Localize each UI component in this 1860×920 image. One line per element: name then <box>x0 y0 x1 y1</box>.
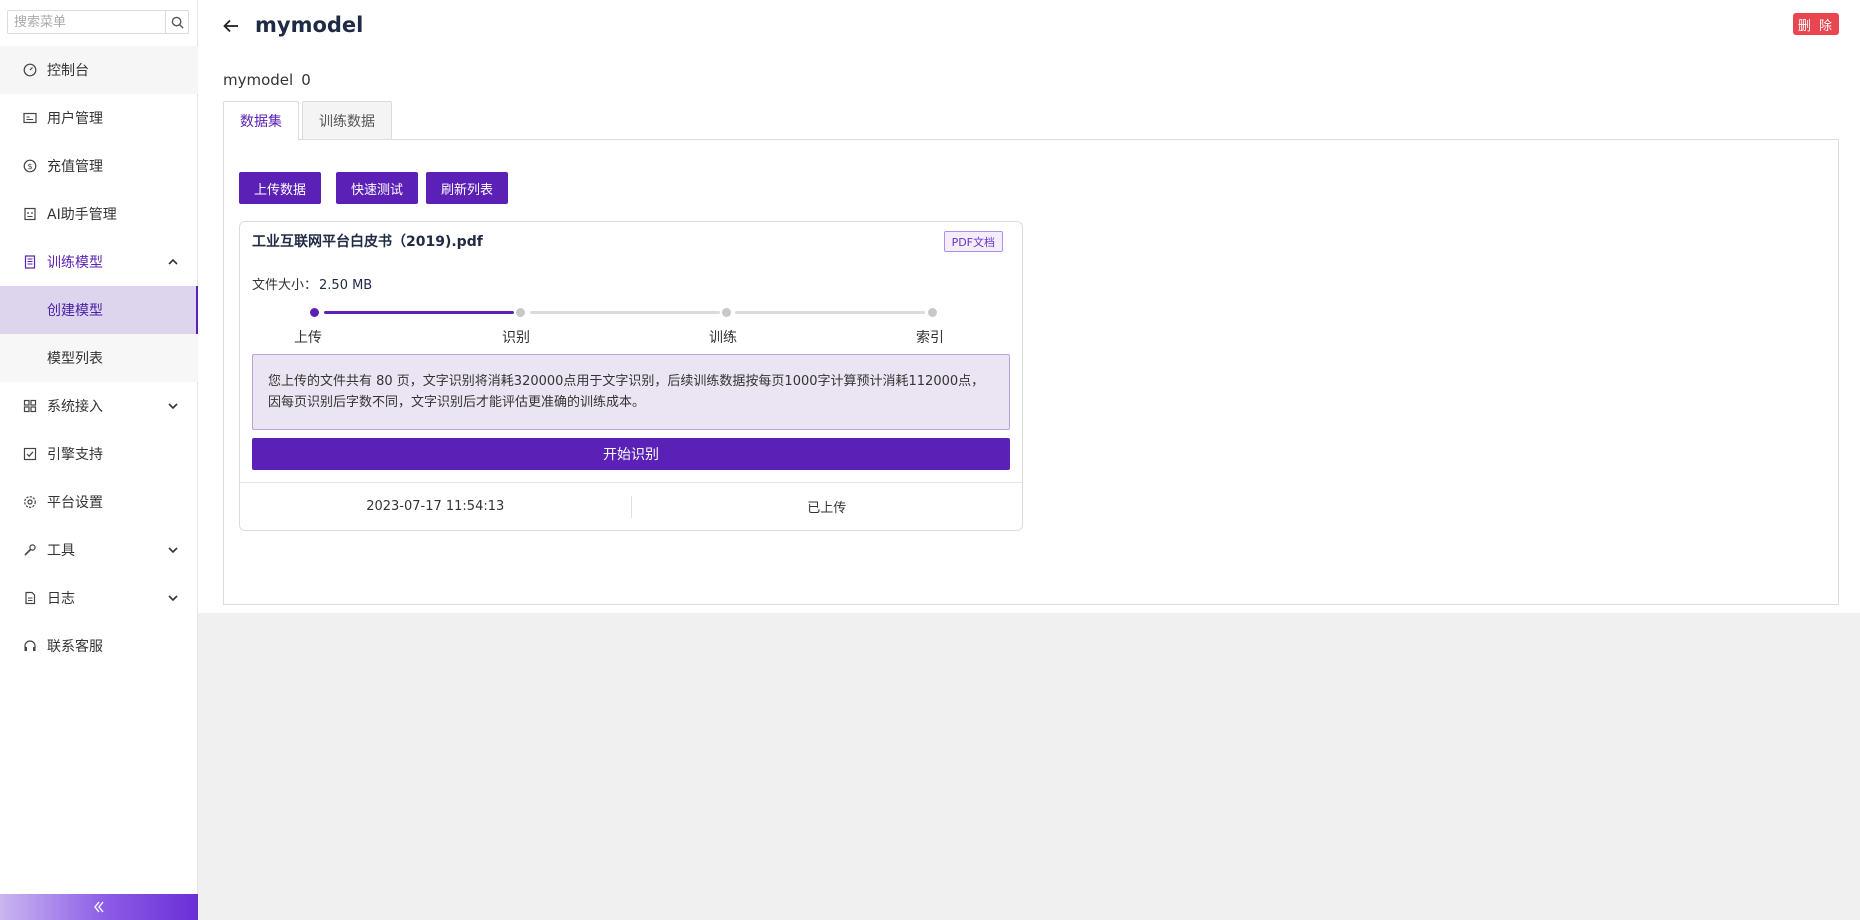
sidebar-item-system-access[interactable]: 系统接入 <box>0 382 198 430</box>
progress-steps: 上传 识别 训练 索引 <box>294 308 950 348</box>
sidebar-subitem-model-list[interactable]: 模型列表 <box>0 334 198 382</box>
book-icon <box>22 254 38 270</box>
tab-panel: 上传数据 快速测试 刷新列表 工业互联网平台白皮书（2019).pdf PDF文… <box>223 139 1839 605</box>
delete-button[interactable]: 删 除 <box>1793 13 1839 35</box>
file-size-value: 2.50 MB <box>319 278 373 293</box>
step-label-upload: 上传 <box>294 330 322 346</box>
sidebar-item-label: 引擎支持 <box>47 447 103 463</box>
tab-dataset[interactable]: 数据集 <box>223 101 299 140</box>
menu-search-input[interactable] <box>7 10 165 34</box>
chevron-down-icon <box>168 403 178 410</box>
sidebar-item-label: 工具 <box>47 543 75 559</box>
main-content: mymodel 删 除 mymodel 0 数据集 训练数据 上传数据 快速测试 … <box>198 0 1860 613</box>
model-name: mymodel <box>223 71 294 89</box>
sidebar-item-label: 训练模型 <box>47 255 103 271</box>
quick-test-button[interactable]: 快速测试 <box>336 172 419 204</box>
upload-timestamp: 2023-07-17 11:54:13 <box>366 499 505 514</box>
svg-text:$: $ <box>27 162 32 171</box>
step-connector <box>324 311 514 314</box>
sidebar-item-ai-assistant[interactable]: AI助手管理 <box>0 190 198 238</box>
step-dot <box>722 308 731 317</box>
sidebar-item-train-model[interactable]: 训练模型 <box>0 238 198 286</box>
page-title: mymodel <box>255 13 364 37</box>
step-dot <box>516 308 525 317</box>
step-connector <box>530 311 720 314</box>
file-title: 工业互联网平台白皮书（2019).pdf <box>252 234 483 250</box>
start-recognition-button[interactable]: 开始识别 <box>252 438 1010 470</box>
step-label-index: 索引 <box>916 330 944 346</box>
tab-bar: 数据集 训练数据 <box>223 101 395 140</box>
menu-search <box>7 10 189 34</box>
sidebar-item-label: 联系客服 <box>47 639 103 655</box>
refresh-list-button[interactable]: 刷新列表 <box>426 172 509 204</box>
gear-icon <box>22 494 38 510</box>
dollar-icon: $ <box>22 158 38 174</box>
step-dot <box>310 308 319 317</box>
sidebar-menu: 控制台 用户管理 $ 充值管理 AI助手管理 训练模型 创建模型 模型列表 系统… <box>0 46 198 670</box>
upload-status: 已上传 <box>807 501 847 516</box>
sidebar-item-label: 平台设置 <box>47 495 103 511</box>
back-arrow-icon[interactable] <box>222 17 240 35</box>
tab-training-data[interactable]: 训练数据 <box>302 101 392 139</box>
sidebar-item-recharge[interactable]: $ 充值管理 <box>0 142 198 190</box>
file-size: 文件大小： 2.50 MB <box>252 274 372 293</box>
upload-data-button[interactable]: 上传数据 <box>239 172 322 204</box>
step-connector <box>735 311 925 314</box>
sidebar-item-label: 系统接入 <box>47 399 103 415</box>
file-card: 工业互联网平台白皮书（2019).pdf PDF文档 文件大小： 2.50 MB … <box>239 221 1023 531</box>
train-model-submenu: 创建模型 模型列表 <box>0 286 198 382</box>
headset-icon <box>22 638 38 654</box>
file-size-label: 文件大小： <box>252 278 318 293</box>
sidebar-item-contact-support[interactable]: 联系客服 <box>0 622 198 670</box>
step-dot <box>928 308 937 317</box>
search-button[interactable] <box>165 10 189 34</box>
model-info: mymodel 0 <box>223 71 311 89</box>
model-count: 0 <box>301 71 311 89</box>
sidebar-item-logs[interactable]: 日志 <box>0 574 198 622</box>
toolbar: 上传数据 快速测试 刷新列表 <box>239 172 523 204</box>
cost-notice: 您上传的文件共有 80 页，文字识别将消耗320000点用于文字识别，后续训练数… <box>252 354 1010 430</box>
sidebar-item-platform-settings[interactable]: 平台设置 <box>0 478 198 526</box>
sidebar-item-engine-support[interactable]: 引擎支持 <box>0 430 198 478</box>
dashboard-icon <box>22 62 38 78</box>
chevron-down-icon <box>168 595 178 602</box>
sidebar-item-label: 用户管理 <box>47 111 103 127</box>
card-footer: 2023-07-17 11:54:13 已上传 <box>240 482 1022 530</box>
sidebar-item-tools[interactable]: 工具 <box>0 526 198 574</box>
grid-icon <box>22 398 38 414</box>
sidebar-item-label: 控制台 <box>47 63 89 79</box>
search-icon <box>171 16 184 29</box>
sidebar-item-label: 日志 <box>47 591 75 607</box>
wrench-icon <box>22 542 38 558</box>
step-label-recognize: 识别 <box>502 330 530 346</box>
sidebar: 控制台 用户管理 $ 充值管理 AI助手管理 训练模型 创建模型 模型列表 系统… <box>0 0 198 920</box>
sidebar-item-users[interactable]: 用户管理 <box>0 94 198 142</box>
sidebar-item-label: 充值管理 <box>47 159 103 175</box>
chevron-down-icon <box>168 547 178 554</box>
id-card-icon <box>22 110 38 126</box>
step-label-train: 训练 <box>709 330 737 346</box>
sidebar-collapse-button[interactable] <box>0 894 198 920</box>
double-chevron-left-icon <box>94 901 104 913</box>
sidebar-subitem-create-model[interactable]: 创建模型 <box>0 286 198 334</box>
sidebar-item-label: AI助手管理 <box>47 207 117 223</box>
sidebar-item-dashboard[interactable]: 控制台 <box>0 46 198 94</box>
file-icon <box>22 590 38 606</box>
checkbox-icon <box>22 446 38 462</box>
doc-type-badge: PDF文档 <box>943 231 1003 252</box>
robot-icon <box>22 206 38 222</box>
chevron-up-icon <box>168 258 178 265</box>
